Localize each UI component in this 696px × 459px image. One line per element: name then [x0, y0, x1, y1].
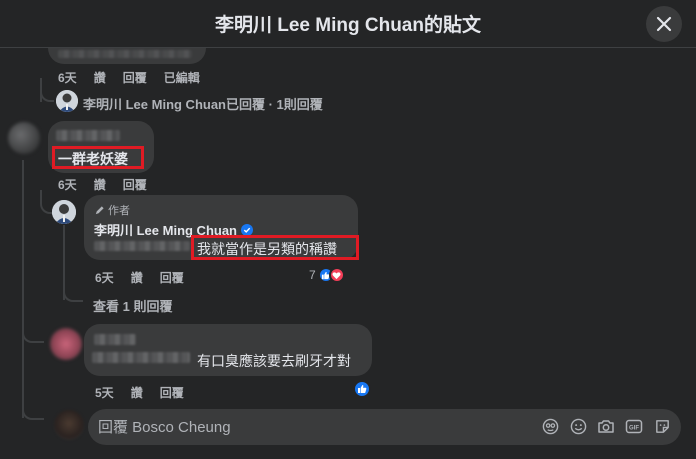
reply-input[interactable] [98, 418, 518, 436]
reply-time[interactable]: 6天 [95, 269, 114, 286]
thread-connector [63, 288, 83, 302]
thread-connector [22, 406, 44, 420]
thread-connector [22, 325, 44, 343]
thread-line [40, 190, 42, 200]
author-reply-text: 我就當作是另類的稱讚 [197, 241, 337, 257]
love-reaction-icon [328, 267, 345, 283]
like-button[interactable]: 讚 [131, 384, 143, 401]
author-avatar-small[interactable] [56, 90, 78, 112]
comment-text-main: 一群老妖婆 [58, 151, 128, 167]
author-badge-label: 作者 [108, 205, 130, 217]
comment-top-meta: 6天 讚 回覆 已編輯 [58, 69, 200, 86]
like-button[interactable]: 讚 [94, 69, 106, 86]
view-replies-link[interactable]: 查看 1 則回覆 [93, 296, 172, 315]
commenter-name-blurred[interactable] [56, 130, 120, 141]
reply-button[interactable]: 回覆 [123, 69, 147, 86]
thread-connector [40, 88, 54, 102]
comment-time[interactable]: 6天 [58, 176, 77, 193]
current-user-avatar[interactable] [54, 410, 84, 440]
author-badge: 作者 [94, 202, 130, 218]
like-reaction-icon[interactable] [353, 380, 371, 398]
commenter-avatar[interactable] [8, 122, 40, 154]
reaction-summary[interactable]: 7 [309, 267, 345, 283]
svg-text:GIF: GIF [629, 425, 639, 431]
reply-button[interactable]: 回覆 [123, 176, 147, 193]
post-title: 李明川 Lee Ming Chuan的貼文 [214, 15, 481, 36]
gif-icon[interactable]: GIF [625, 417, 643, 435]
tagged-name-blurred[interactable] [94, 241, 190, 251]
emoji-icon[interactable] [569, 417, 587, 435]
close-button[interactable] [646, 6, 682, 42]
composer-tools: GIF [541, 417, 671, 435]
reaction-count: 7 [309, 268, 316, 282]
tagged-name-blurred[interactable] [92, 352, 190, 363]
camera-icon[interactable] [597, 417, 615, 435]
pencil-icon [95, 205, 104, 214]
thread-line [22, 160, 24, 418]
edited-label: 已編輯 [163, 71, 200, 85]
comment-text-top [58, 50, 192, 58]
post-header: 李明川 Lee Ming Chuan的貼文 [0, 0, 696, 48]
reply-button[interactable]: 回覆 [160, 384, 184, 401]
commenter-avatar-second[interactable] [50, 328, 82, 360]
commenter-name-blurred[interactable] [94, 334, 136, 345]
like-button[interactable]: 讚 [94, 176, 106, 193]
sticker-icon[interactable] [653, 417, 671, 435]
comment-main-meta: 6天 讚 回覆 [58, 176, 147, 193]
comment-time[interactable]: 6天 [58, 69, 77, 86]
comment-second-meta: 5天 讚 回覆 [95, 384, 184, 401]
verified-icon [241, 223, 254, 236]
reply-button[interactable]: 回覆 [160, 269, 184, 286]
close-icon [656, 16, 672, 32]
like-button[interactable]: 讚 [131, 269, 143, 286]
avatar-sticker-icon[interactable] [541, 417, 559, 435]
author-avatar[interactable] [52, 200, 76, 224]
comment-text-second: 有口臭應該要去刷牙才對 [197, 353, 351, 369]
reply-input-box[interactable]: GIF [88, 409, 681, 445]
comment-time[interactable]: 5天 [95, 384, 114, 401]
author-replied-link[interactable]: 李明川 Lee Ming Chuan已回覆 · 1則回覆 [83, 94, 323, 113]
author-reply-meta: 6天 讚 回覆 [95, 269, 184, 286]
